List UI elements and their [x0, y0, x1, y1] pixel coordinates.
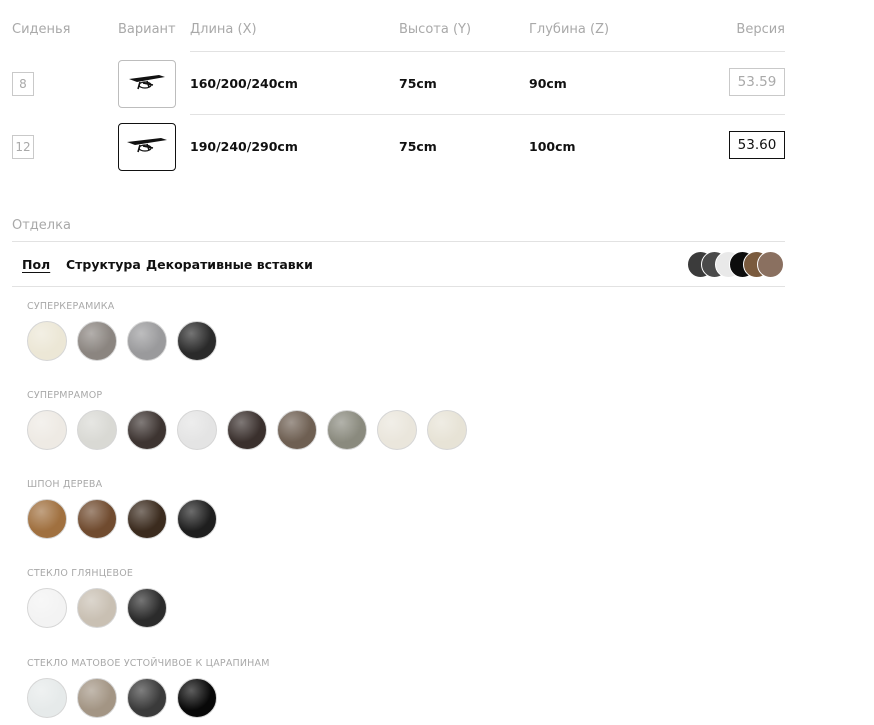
finish-swatch[interactable] — [77, 499, 117, 539]
header-seats: Сиденья — [12, 22, 71, 37]
version-button[interactable]: 53.59 — [729, 68, 785, 96]
table-row[interactable]: 12 190/240/290cm 75cm 100cm 53.60 — [12, 115, 785, 178]
group-label: Шпон дерева — [27, 479, 103, 490]
group-label: Стекло матовое устойчивое к царапинам — [27, 658, 270, 669]
preview-swatch — [757, 251, 784, 278]
group-label: Суперкерамика — [27, 301, 115, 312]
finish-swatch[interactable] — [127, 410, 167, 450]
tab-structure[interactable]: Структура — [66, 257, 141, 272]
table-row[interactable]: 8 160/200/240cm 75cm 90cm 53.59 — [12, 52, 785, 115]
depth-value: 100cm — [529, 139, 576, 154]
swatch-group-matte-glass: Стекло матовое устойчивое к царапинам — [27, 658, 270, 720]
tab-decorative-inserts[interactable]: Декоративные вставки — [146, 257, 313, 272]
finish-swatch[interactable] — [127, 321, 167, 361]
header-variant: Вариант — [118, 22, 176, 37]
height-value: 75cm — [399, 76, 437, 91]
variant-thumbnail[interactable] — [118, 60, 176, 108]
finish-swatch[interactable] — [77, 588, 117, 628]
table-header: Сиденья Вариант Длина (X) Высота (Y) Глу… — [12, 18, 785, 52]
finish-swatch[interactable] — [127, 678, 167, 718]
finish-swatch[interactable] — [177, 410, 217, 450]
finish-swatch[interactable] — [177, 499, 217, 539]
finish-swatch[interactable] — [27, 588, 67, 628]
height-value: 75cm — [399, 139, 437, 154]
finish-swatch[interactable] — [177, 321, 217, 361]
finish-swatch[interactable] — [77, 410, 117, 450]
tab-floor[interactable]: Пол — [22, 257, 50, 272]
seats-value: 12 — [12, 135, 34, 159]
finish-swatch[interactable] — [377, 410, 417, 450]
depth-value: 90cm — [529, 76, 567, 91]
swatch-group-glossy-glass: Стекло глянцевое — [27, 568, 167, 630]
header-length: Длина (X) — [190, 22, 257, 37]
finish-swatch[interactable] — [277, 410, 317, 450]
finish-swatch[interactable] — [27, 499, 67, 539]
swatch-group-superceramic: Суперкерамика — [27, 301, 217, 363]
finish-swatch[interactable] — [77, 678, 117, 718]
length-value: 190/240/290cm — [190, 139, 298, 154]
group-label: Стекло глянцевое — [27, 568, 134, 579]
header-version: Версия — [736, 22, 785, 37]
finish-swatch[interactable] — [27, 321, 67, 361]
swatch-group-supermarble: Супермрамор — [27, 390, 467, 452]
extending-table-icon — [129, 75, 165, 90]
finish-preview-swatches — [687, 251, 785, 278]
finish-swatch[interactable] — [77, 321, 117, 361]
header-depth: Глубина (Z) — [529, 22, 610, 37]
variant-thumbnail[interactable] — [118, 123, 176, 171]
finish-swatch[interactable] — [27, 410, 67, 450]
finish-swatch[interactable] — [427, 410, 467, 450]
finish-swatch[interactable] — [227, 410, 267, 450]
spec-table: Сиденья Вариант Длина (X) Высота (Y) Глу… — [12, 18, 785, 178]
finish-tabs: Пол Структура Декоративные вставки — [12, 241, 785, 287]
extending-table-icon — [127, 138, 167, 153]
version-button[interactable]: 53.60 — [729, 131, 785, 159]
header-height: Высота (Y) — [399, 22, 472, 37]
seats-value: 8 — [12, 72, 34, 96]
finish-swatch[interactable] — [27, 678, 67, 718]
finish-swatch[interactable] — [327, 410, 367, 450]
finish-title: Отделка — [12, 218, 71, 233]
group-label: Супермрамор — [27, 390, 103, 401]
finish-swatch[interactable] — [177, 678, 217, 718]
length-value: 160/200/240cm — [190, 76, 298, 91]
swatch-group-wood-veneer: Шпон дерева — [27, 479, 217, 541]
finish-swatch[interactable] — [127, 499, 167, 539]
finish-swatch[interactable] — [127, 588, 167, 628]
